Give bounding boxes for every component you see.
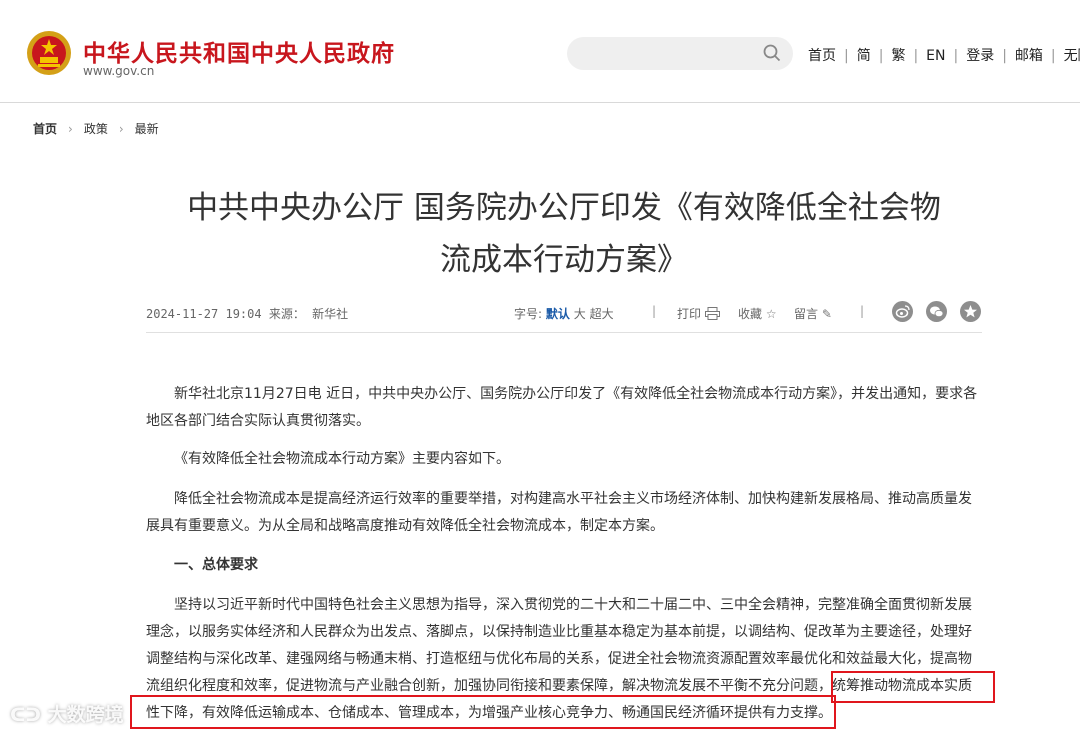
font-size-xlarge[interactable]: 超大 [590,307,614,321]
paragraph-1: 新华社北京11月27日电 近日，中共中央办公厅、国务院办公厅印发了《有效降低全社… [146,386,978,429]
article-meta-info: 2024-11-27 19:04 来源： 新华社 [146,305,348,322]
print-label: 打印 [677,307,702,321]
font-size-switcher: 字号: 默认 大 超大 [514,305,614,322]
section-heading: 一、总体要求 [174,557,258,573]
star-outline-icon: ☆ [765,307,777,321]
article-title-line-1: 中共中央办公厅 国务院办公厅印发《有效降低全社会物 [187,190,941,226]
publish-datetime: 2024-11-27 19:04 [146,307,262,321]
font-size-label: 字号: [514,307,543,321]
watermark-text: 大数跨境 [47,704,124,726]
search-icon[interactable] [763,44,781,62]
nav-simplified[interactable]: 简 [857,48,871,64]
article-title-line-2: 流成本行动方案》 [440,242,688,278]
breadcrumb: 首页 › 政策 › 最新 [33,120,159,137]
top-nav: 首页 | 简 | 繁 | EN | 登录 | 邮箱 | 无障 [808,45,1080,65]
wechat-icon[interactable] [926,301,947,322]
nav-mail[interactable]: 邮箱 [1015,48,1043,64]
article-meta-bar: 2024-11-27 19:04 来源： 新华社 字号: 默认 大 超大 | 打… [146,296,982,333]
chevron-right-icon: › [68,122,73,136]
printer-icon [704,307,720,320]
font-size-default[interactable]: 默认 [546,307,570,321]
nav-login[interactable]: 登录 [966,48,994,64]
favorite-label: 收藏 [738,307,763,321]
nav-separator: | [878,48,884,64]
nav-separator: | [953,48,959,64]
breadcrumb-policy[interactable]: 政策 [84,122,108,136]
meta-separator: | [652,304,657,318]
nav-home[interactable]: 首页 [808,48,836,64]
site-name[interactable]: 中华人民共和国中央人民政府 [83,34,395,68]
comment-button[interactable]: 留言 ✎ [794,305,832,322]
meta-separator: | [860,304,865,318]
star-icon[interactable] [960,301,981,322]
font-size-large[interactable]: 大 [574,307,586,321]
favorite-button[interactable]: 收藏 ☆ [738,305,777,322]
print-button[interactable]: 打印 [677,305,720,322]
breadcrumb-latest[interactable]: 最新 [135,122,159,136]
paragraph-4-line: 坚持以习近平新时代中国特色社会主义思想为指导，深入贯彻党的二十大和二十届二中、三… [174,597,972,613]
nav-separator: | [1002,48,1007,64]
nav-separator: | [1050,48,1056,64]
site-header: 中华人民共和国中央人民政府 www.gov.cn 首页 | 简 | 繁 | EN | 登录 | 邮箱… [0,0,1080,103]
nav-english[interactable]: EN [926,48,945,64]
watermark-logo-icon: ᑕᑐ [10,704,41,726]
nav-separator: | [844,48,849,64]
paragraph-3: 降低全社会物流成本是提高经济运行效率的重要举措，对构建高水平社会主义市场经济体制… [146,491,972,534]
chevron-right-icon: › [118,122,124,136]
weibo-icon[interactable] [892,301,913,322]
source-label: 来源： [268,307,305,321]
nav-traditional[interactable]: 繁 [891,48,905,64]
comment-label: 留言 [794,307,819,321]
search-input[interactable] [567,37,793,70]
pencil-icon: ✎ [821,307,832,321]
site-domain: www.gov.cn [83,64,155,78]
national-emblem-icon[interactable] [26,30,72,76]
paragraph-4-line: 调整结构与深化改革、建强网络与畅通末梢、打造枢纽与优化布局的关系，促进全社会物流… [146,651,972,667]
highlight-box [831,671,995,703]
nav-separator: | [913,48,919,64]
highlight-box [130,695,836,729]
breadcrumb-home[interactable]: 首页 [33,122,57,136]
nav-accessibility[interactable]: 无障 [1064,48,1080,64]
article-title: 中共中央办公厅 国务院办公厅印发《有效降低全社会物 流成本行动方案》 [140,182,988,286]
paragraph-2: 《有效降低全社会物流成本行动方案》主要内容如下。 [174,451,510,467]
paragraph-4-line: 理念，以服务实体经济和人民群众为出发点、落脚点，以保持制造业比重基本稳定为基本前… [146,624,972,640]
watermark: ᑕᑐ 大数跨境 [10,700,124,727]
source-name: 新华社 [312,307,349,321]
